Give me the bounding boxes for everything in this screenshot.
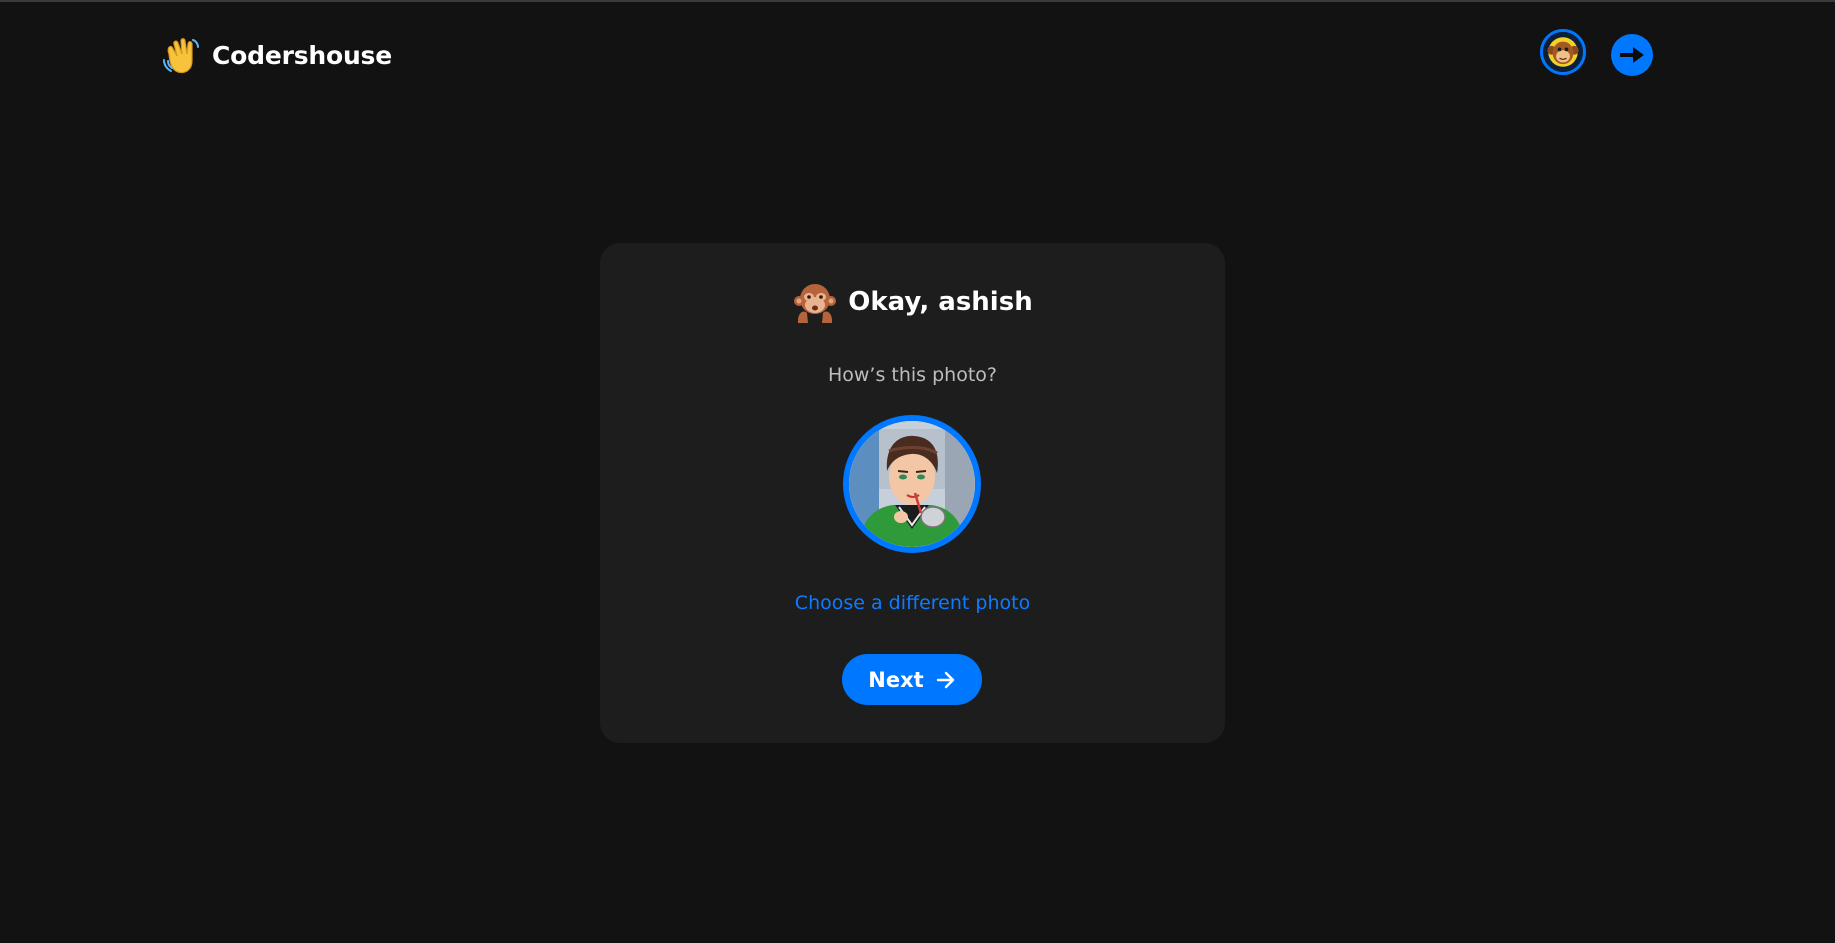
waving-hand-icon [163, 38, 199, 74]
top-navbar: Codershouse [0, 0, 1835, 110]
choose-different-photo-link[interactable]: Choose a different photo [600, 592, 1225, 614]
brand-name: Codershouse [212, 40, 392, 70]
user-avatar[interactable] [1540, 29, 1586, 75]
arrow-right-icon [936, 671, 954, 688]
profile-photo-image [849, 421, 975, 547]
card-subtitle: How’s this photo? [827, 364, 998, 386]
next-button-label: Next [868, 667, 924, 692]
see-no-evil-monkey-icon [794, 284, 837, 323]
card-heading: Okay, ashish [600, 279, 1225, 325]
selected-photo-preview [843, 415, 981, 553]
card-title: Okay, ashish [848, 287, 1033, 317]
logout-button[interactable] [1611, 34, 1653, 76]
avatar-step-card: Okay, ashish How’s this photo? Choose a … [600, 243, 1225, 743]
monkey-avatar-image [1543, 32, 1583, 72]
brand-logo-link[interactable]: Codershouse [160, 34, 392, 76]
next-button[interactable]: Next [842, 654, 982, 705]
arrow-right-icon [1620, 47, 1644, 63]
